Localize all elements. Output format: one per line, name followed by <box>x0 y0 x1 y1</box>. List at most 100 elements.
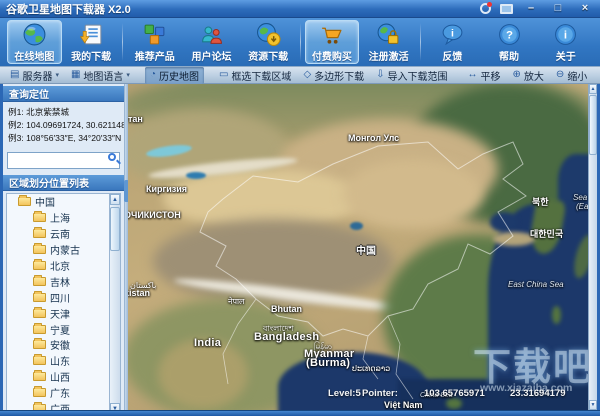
location-search-input[interactable] <box>7 152 120 169</box>
example-1: 例1: 北京紫禁城 <box>8 106 119 119</box>
map-label-pakistan-ar: باكستان <box>130 281 156 290</box>
pan-button[interactable]: ↔ 平移 <box>463 67 506 84</box>
my-downloads-label: 我的下载 <box>71 48 111 63</box>
toolbar-separator <box>420 23 421 61</box>
tree-item[interactable]: 上海 <box>7 210 120 226</box>
register-lock-icon <box>376 22 401 47</box>
window-bottom-border <box>0 410 600 416</box>
maximize-button[interactable]: □ <box>549 2 567 15</box>
close-button[interactable]: × <box>576 2 594 15</box>
import-icon: ⇩ <box>376 70 384 80</box>
register-activate-button[interactable]: 注册激活 <box>361 20 416 64</box>
folder-icon <box>33 356 46 365</box>
tree-item[interactable]: 北京 <box>7 258 120 274</box>
region-section-header: 区域划分位置列表 <box>3 175 124 191</box>
language-grid-icon: ▦ <box>71 70 80 80</box>
feedback-bubble-icon: i <box>440 22 465 47</box>
map-scrollbar[interactable]: ▲ ▼ <box>588 84 597 410</box>
search-section-header: 查询定位 <box>3 86 124 102</box>
app-title: 谷歌卫星地图下载器 X2.0 <box>6 1 480 17</box>
map-viewport[interactable]: тан Монгол Улс Киргизия ОЧИКИСТОН 中国 북한 … <box>128 84 597 410</box>
tree-item[interactable]: 吉林 <box>7 273 120 289</box>
box-select-download-button[interactable]: ▭ 框选下载区域 <box>214 67 296 84</box>
my-downloads-button[interactable]: 我的下载 <box>64 20 119 64</box>
folder-icon <box>33 277 46 286</box>
window-controls: – □ × <box>480 2 594 15</box>
recommended-products-button[interactable]: 推荐产品 <box>127 20 182 64</box>
shandong-peninsula <box>493 232 535 246</box>
region-tree: 中国 上海 云南 内蒙古 北京 吉林 四川 天津 宁夏 安徽 山东 山西 广东 … <box>6 193 121 410</box>
tree-item[interactable]: 天津 <box>7 305 120 321</box>
minimize-button[interactable]: – <box>522 2 540 15</box>
server-menu[interactable]: ▤ 服务器 ▾ <box>5 67 64 84</box>
scroll-down-icon[interactable]: ▼ <box>110 403 120 410</box>
scroll-down-icon[interactable]: ▼ <box>589 400 597 410</box>
tree-item[interactable]: 四川 <box>7 289 120 305</box>
main-toolbar: 在线地图 我的下载 推荐产品 用户论坛 资源下载 付费购买 注册激活 <box>0 18 600 66</box>
folder-icon <box>33 293 46 302</box>
zoom-in-button[interactable]: ⊕ 放大 <box>508 67 549 84</box>
polygon-icon: ◇ <box>303 70 311 80</box>
feedback-label: 反馈 <box>442 48 462 63</box>
search-icon[interactable] <box>108 153 116 161</box>
globe-map-icon <box>22 22 47 47</box>
toolbar-separator <box>122 23 123 61</box>
full-view-button[interactable]: ▣ 全视图 <box>594 67 600 84</box>
scroll-up-icon[interactable]: ▲ <box>110 194 120 205</box>
tree-item[interactable]: 宁夏 <box>7 321 120 337</box>
tree-scrollbar[interactable]: ▲ ▼ <box>109 194 120 410</box>
history-map-button[interactable]: ◔ 历史地图 <box>145 67 204 84</box>
about-label: 关于 <box>556 48 576 63</box>
tree-item[interactable]: 山东 <box>7 353 120 369</box>
zoom-out-button[interactable]: ⊖ 缩小 <box>551 67 592 84</box>
feedback-button[interactable]: i 反馈 <box>425 20 480 64</box>
folder-icon <box>33 229 46 238</box>
tree-item-china[interactable]: 中国 <box>7 194 120 210</box>
forum-users-icon <box>199 22 224 47</box>
purchase-button[interactable]: 付费购买 <box>305 20 360 64</box>
polygon-download-button[interactable]: ◇ 多边形下载 <box>298 67 369 84</box>
folder-icon <box>18 197 31 206</box>
help-label: 帮助 <box>499 48 519 63</box>
map-scrollbar-thumb[interactable] <box>589 95 597 155</box>
tree-item[interactable]: 山西 <box>7 369 120 385</box>
recommended-products-label: 推荐产品 <box>135 48 175 63</box>
about-button[interactable]: i 关于 <box>538 20 593 64</box>
chevron-down-icon: ▾ <box>55 71 59 79</box>
update-icon[interactable] <box>480 3 491 14</box>
folder-icon <box>33 309 46 318</box>
tool-ribbon: ▤ 服务器 ▾ ▦ 地图语言 ▾ ◔ 历史地图 ▭ 框选下载区域 ◇ 多边形下载… <box>0 66 600 84</box>
register-activate-label: 注册激活 <box>369 48 409 63</box>
svg-text:?: ? <box>506 29 513 41</box>
search-examples: 例1: 北京紫禁城 例2: 104.09691724, 30.62114865 … <box>3 102 124 147</box>
example-2: 例2: 104.09691724, 30.62114865 <box>8 119 119 132</box>
tree-item[interactable]: 云南 <box>7 226 120 242</box>
pan-arrows-icon: ↔ <box>468 70 478 80</box>
clock-icon: ◔ <box>150 70 156 80</box>
example-3: 例3: 108°56′33″E, 34°20′33″N <box>8 132 119 145</box>
terrain-deccan <box>158 339 248 409</box>
user-forum-label: 用户论坛 <box>191 48 231 63</box>
zoom-in-icon: ⊕ <box>513 70 521 80</box>
scroll-up-icon[interactable]: ▲ <box>589 84 597 94</box>
resource-download-button[interactable]: 资源下载 <box>241 20 296 64</box>
folder-icon <box>33 245 46 254</box>
taiwan-island <box>552 306 561 324</box>
help-button[interactable]: ? 帮助 <box>482 20 537 64</box>
desktop-icon[interactable] <box>500 4 513 14</box>
import-range-button[interactable]: ⇩ 导入下载范围 <box>371 67 452 84</box>
user-forum-button[interactable]: 用户论坛 <box>184 20 239 64</box>
lake-qinghai <box>350 222 363 230</box>
help-icon: ? <box>497 22 522 47</box>
online-map-button[interactable]: 在线地图 <box>7 20 62 64</box>
toolbar-separator <box>300 23 301 61</box>
server-icon: ▤ <box>10 70 19 80</box>
tree-scrollbar-thumb[interactable] <box>110 207 120 251</box>
tree-item[interactable]: 内蒙古 <box>7 242 120 258</box>
folder-icon <box>33 325 46 334</box>
tree-item[interactable]: 安徽 <box>7 337 120 353</box>
tree-item[interactable]: 广西 <box>7 401 120 410</box>
tree-item[interactable]: 广东 <box>7 385 120 401</box>
map-language-menu[interactable]: ▦ 地图语言 ▾ <box>66 67 135 84</box>
terrain-gobi <box>343 159 483 229</box>
